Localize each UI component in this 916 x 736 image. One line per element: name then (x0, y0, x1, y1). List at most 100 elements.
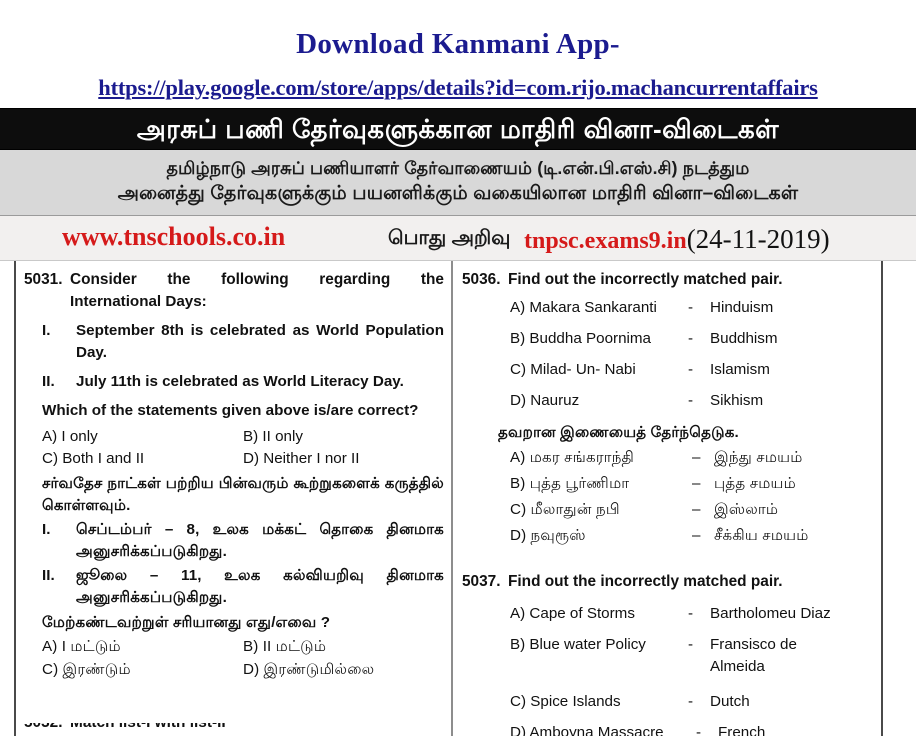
option-row[interactable]: C) மீலாதுன் நபி – இஸ்லாம் (510, 499, 880, 521)
tamil-statement-1-roman: I. (42, 521, 51, 539)
option-c-value: Islamism (710, 361, 770, 379)
question-body: 5031. Consider the following regarding t… (0, 260, 916, 736)
question-5031-tamil-options: A) I மட்டும் B) II மட்டும் C) இரண்டும் D… (42, 636, 444, 680)
promo-header: Download Kanmani App- https://play.googl… (0, 0, 916, 101)
question-5031-options: A) I only B) II only C) Both I and II D)… (42, 426, 444, 470)
option-b-value: Buddhism (710, 330, 778, 348)
tamil-option-a-label: A) மகர சங்கராந்தி (510, 449, 635, 467)
tamil-statement-2-roman: II. (42, 567, 55, 585)
option-row[interactable]: C) Spice Islands - Dutch (510, 691, 880, 713)
tamil-option-c-label: C) மீலாதுன் நபி (510, 501, 620, 519)
tamil-option-b-dash: – (692, 475, 701, 493)
left-column: 5031. Consider the following regarding t… (24, 269, 444, 683)
option-row[interactable]: D) நவுரூஸ் – சீக்கிய சமயம் (510, 525, 880, 547)
question-5036-number: 5036. (462, 270, 501, 288)
question-5031-tamil-statement-1: I. செப்டம்பர் – 8, உலக மக்கட் தொகை தினமா… (24, 519, 444, 563)
option-a-dash: - (688, 604, 694, 622)
option-b-dash: - (688, 330, 694, 348)
tamil-option-b-label: B) புத்த பூர்ணிமா (510, 475, 630, 493)
option-b[interactable]: B) II only (243, 426, 444, 448)
option-a-label: A) Cape of Storms (510, 604, 635, 622)
question-5031-statement-2: II. July 11th is celebrated as World Lit… (24, 371, 444, 393)
option-b-label: B) Buddha Poornima (510, 330, 651, 348)
column-divider (451, 260, 453, 736)
option-row[interactable]: A) Makara Sankaranti - Hinduism (510, 297, 880, 319)
option-c-label: C) Milad- Un- Nabi (510, 361, 636, 379)
option-row[interactable]: C) Milad- Un- Nabi - Islamism (510, 359, 880, 381)
subtitle-line-2: அனைத்து தேர்வுகளுக்கும் பயனளிக்கும் வகைய… (117, 182, 799, 204)
tamil-option-c[interactable]: C) இரண்டும் (42, 659, 243, 681)
site-url-left[interactable]: www.tnschools.co.in (62, 222, 285, 252)
option-row[interactable]: B) Buddha Poornima - Buddhism (510, 328, 880, 350)
question-5031: 5031. Consider the following regarding t… (24, 269, 444, 681)
question-5036-options: A) Makara Sankaranti - Hinduism B) Buddh… (510, 297, 880, 412)
tamil-option-c-value: இஸ்லாம் (714, 501, 779, 519)
statement-2-roman: II. (42, 373, 55, 391)
question-5036-tamil-head: தவறான இணையைத் தேர்ந்தெடுக. (498, 424, 739, 442)
paper-date: (24-11-2019) (686, 223, 830, 254)
subtitle-band: தமிழ்நாடு அரசுப் பணியாளர் தேர்வாணையம் (ட… (0, 149, 916, 216)
question-5032-cutoff: 5032. Match list-I with list-II (24, 723, 444, 736)
option-a[interactable]: A) I only (42, 426, 243, 448)
question-5031-stem-line2: International Days: (70, 293, 207, 311)
scanned-page: Download Kanmani App- https://play.googl… (0, 0, 916, 736)
option-row-cd: C) Both I and II D) Neither I nor II (42, 448, 444, 470)
option-b-value: Fransisco de Almeida (710, 635, 797, 675)
option-row[interactable]: A) மகர சங்கராந்தி – இந்து சமயம் (510, 447, 880, 469)
option-a-value: Hinduism (710, 299, 774, 317)
tamil-option-a[interactable]: A) I மட்டும் (42, 636, 243, 658)
question-5031-number: 5031. (24, 270, 63, 288)
option-d[interactable]: D) Neither I nor II (243, 448, 444, 470)
question-5037-stem: Find out the incorrectly matched pair. (508, 573, 783, 591)
option-row[interactable]: D) Nauruz - Sikhism (510, 390, 880, 412)
site-url-right[interactable]: tnpsc.exams9.in (524, 228, 687, 254)
option-d-dash: - (688, 392, 694, 410)
tamil-option-d-value: சீக்கிய சமயம் (714, 527, 809, 545)
site-url-date-group: tnpsc.exams9.in(24-11-2019) (524, 224, 830, 255)
option-c-dash: - (688, 692, 694, 710)
tamil-option-d-dash: – (692, 527, 701, 545)
tamil-option-b-value: புத்த சமயம் (714, 475, 796, 493)
right-column: 5036. Find out the incorrectly matched p… (462, 269, 880, 736)
statement-1-text: September 8th is celebrated as World Pop… (76, 322, 444, 362)
option-a-value: Bartholomeu Diaz (710, 604, 831, 622)
question-5031-header: 5031. Consider the following regarding t… (24, 269, 444, 291)
option-c-label: C) Spice Islands (510, 692, 621, 710)
question-5031-statement-1: I. September 8th is celebrated as World … (24, 320, 444, 364)
option-c-dash: - (688, 361, 694, 379)
question-5037: 5037. Find out the incorrectly matched p… (462, 571, 880, 735)
tamil-option-d-label: D) நவுரூஸ் (510, 527, 586, 545)
option-a-label: A) Makara Sankaranti (510, 299, 657, 317)
question-5031-tamil-ask: சர்வதேச நாட்கள் பற்றிய பின்வரும் கூற்றுக… (42, 475, 444, 515)
subject-label: பொது அறிவு (388, 226, 511, 249)
tamil-option-c-dash: – (692, 501, 701, 519)
option-row[interactable]: B) புத்த பூர்ணிமா – புத்த சமயம் (510, 473, 880, 495)
tamil-option-a-dash: – (692, 449, 701, 467)
option-c-value: Dutch (710, 692, 750, 710)
subtitle-line-1: தமிழ்நாடு அரசுப் பணியாளர் தேர்வாணையம் (ட… (166, 157, 750, 178)
tamil-option-row-ab: A) I மட்டும் B) II மட்டும் (42, 636, 444, 658)
tamil-option-d[interactable]: D) இரண்டுமில்லை (243, 659, 444, 681)
question-5031-stem-line1: Consider the following regarding the (70, 270, 444, 288)
question-gap (462, 551, 880, 571)
question-5036-stem: Find out the incorrectly matched pair. (508, 270, 783, 288)
site-info-band: www.tnschools.co.in பொது அறிவு tnpsc.exa… (0, 215, 916, 261)
option-b-dash: - (688, 635, 694, 653)
question-5037-header: 5037. Find out the incorrectly matched p… (462, 571, 880, 593)
tamil-option-b[interactable]: B) II மட்டும் (243, 636, 444, 658)
question-5037-options: A) Cape of Storms - Bartholomeu Diaz B) … (510, 603, 880, 736)
question-5036-tamil-options: A) மகர சங்கராந்தி – இந்து சமயம் B) புத்த… (510, 447, 880, 547)
promo-app-link[interactable]: https://play.google.com/store/apps/detai… (0, 61, 916, 101)
question-5031-tamil-question: மேற்கண்டவற்றுள் சரியானது எது/எவை ? (42, 614, 331, 632)
tamil-statement-1-text: செப்டம்பர் – 8, உலக மக்கட் தொகை தினமாக அ… (76, 521, 444, 561)
option-c[interactable]: C) Both I and II (42, 448, 243, 470)
question-5031-tamil-statement-2: II. ஜூலை – 11, உலக கல்வியறிவு தினமாக அனு… (24, 565, 444, 609)
option-b-label: B) Blue water Policy (510, 635, 646, 653)
page-border-left (14, 260, 16, 736)
question-5036-header: 5036. Find out the incorrectly matched p… (462, 269, 880, 291)
question-5036: 5036. Find out the incorrectly matched p… (462, 269, 880, 548)
option-row[interactable]: A) Cape of Storms - Bartholomeu Diaz (510, 603, 880, 625)
option-row[interactable]: B) Blue water Policy - Fransisco de Alme… (510, 634, 880, 678)
statement-2-text: July 11th is celebrated as World Literac… (76, 373, 404, 391)
tamil-statement-2-text: ஜூலை – 11, உலக கல்வியறிவு தினமாக அனுசரிக… (76, 567, 444, 607)
